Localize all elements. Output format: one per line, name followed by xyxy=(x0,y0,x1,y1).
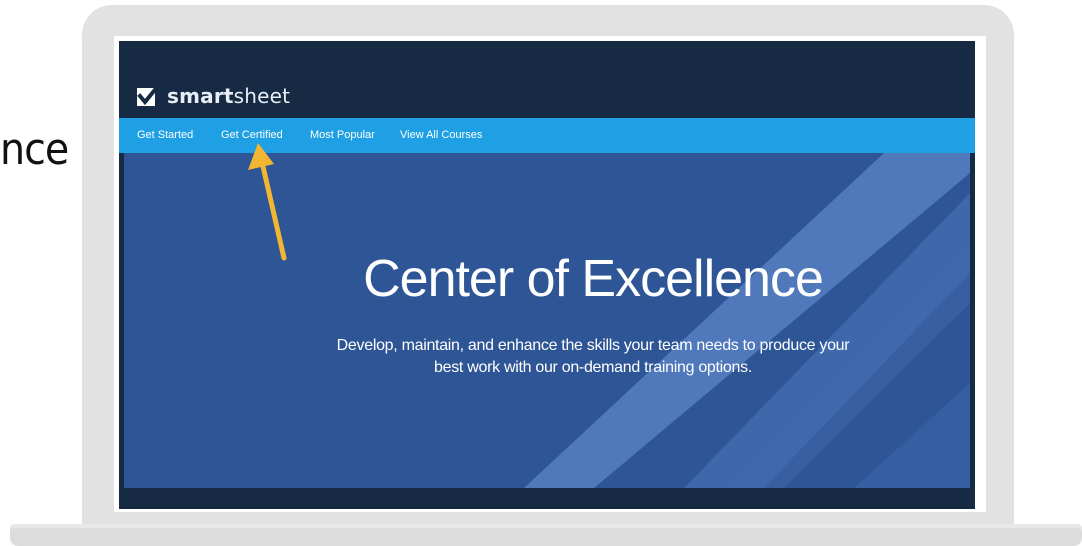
partial-heading: nce xyxy=(0,124,69,175)
site-header: smartsheet xyxy=(119,41,975,118)
arrow-icon xyxy=(248,143,287,261)
nav-most-popular[interactable]: Most Popular xyxy=(310,118,375,153)
laptop-screen: smartsheet Get Started Get Certified Mos… xyxy=(119,41,975,509)
screen-footer xyxy=(119,488,975,509)
smartsheet-logo[interactable]: smartsheet xyxy=(137,83,290,109)
nav-get-started[interactable]: Get Started xyxy=(137,118,193,153)
nav-view-all-courses[interactable]: View All Courses xyxy=(400,118,482,153)
laptop-base xyxy=(10,524,1082,546)
hero-subtitle: Develop, maintain, and enhance the skill… xyxy=(124,335,970,379)
hero-subtitle-line-1: Develop, maintain, and enhance the skill… xyxy=(336,337,850,354)
hero-subtitle-line-2: best work with our on-demand training op… xyxy=(434,359,752,376)
logo-wordmark-light: sheet xyxy=(233,84,291,108)
logo-wordmark: smartsheet xyxy=(167,84,290,108)
logo-wordmark-bold: smart xyxy=(167,84,234,108)
smartsheet-check-icon xyxy=(137,85,159,106)
page: nce smartsheet Get Started Get Certified… xyxy=(0,0,1082,546)
